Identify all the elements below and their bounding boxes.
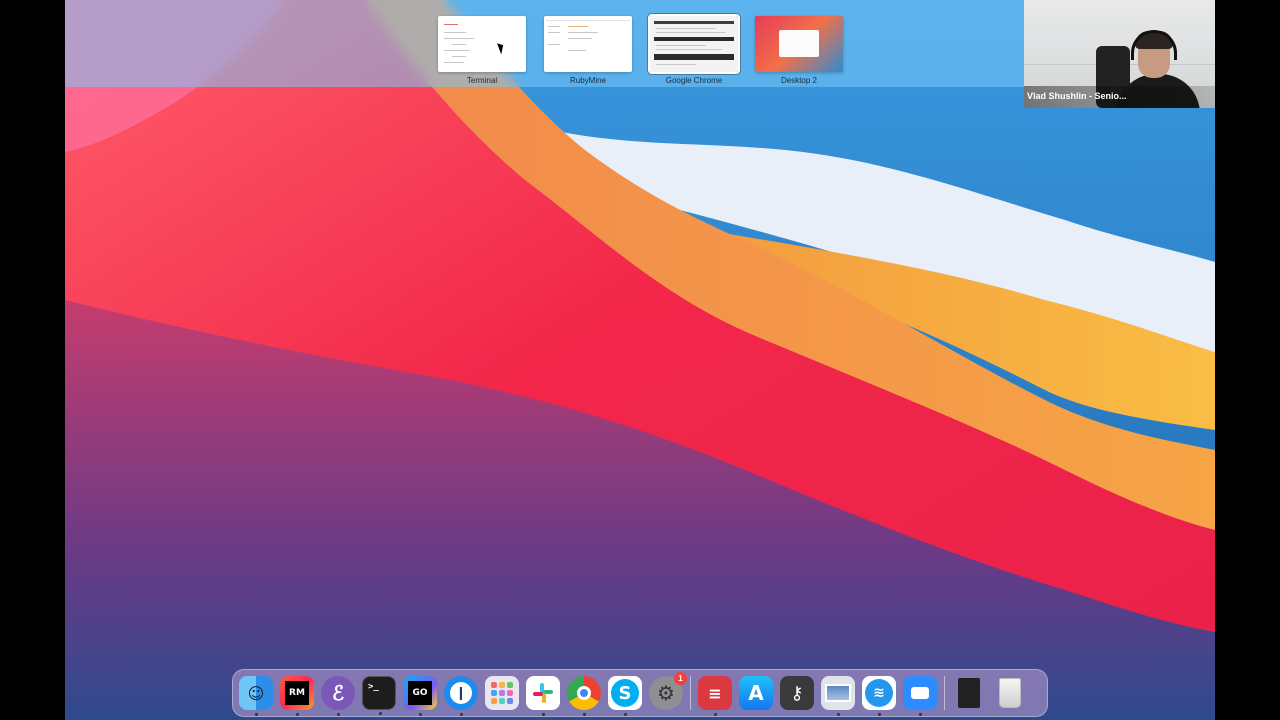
running-indicator [296,713,299,716]
space-label: Google Chrome [665,76,723,85]
slack-icon[interactable] [526,676,560,716]
space-google-chrome[interactable]: Google Chrome [648,14,740,85]
gear-icon[interactable]: ⚙ 1 [649,672,687,710]
docker-icon[interactable]: ≋ [862,676,896,716]
rubymine-icon[interactable]: RM [280,676,314,716]
desktop-wallpaper [65,0,1215,720]
expressvpn-icon[interactable]: ≡ [698,676,732,716]
launchpad-icon[interactable] [485,676,519,710]
space-rubymine[interactable]: RubyMine [544,16,632,85]
running-indicator [919,713,922,716]
wallpaper-graphic [65,0,1215,720]
chrome-icon[interactable] [567,676,601,716]
goland-icon[interactable]: GO [403,676,437,716]
terminal-label: >_ [368,682,379,692]
running-indicator [337,713,340,716]
dock-separator [944,676,945,710]
slack-logo [533,683,553,703]
space-thumbnail[interactable] [755,16,843,72]
document-icon[interactable] [952,676,986,710]
running-indicator [379,712,382,715]
space-thumbnail[interactable] [648,14,740,74]
running-indicator [542,713,545,716]
preview-icon[interactable] [821,676,855,716]
dock: ☺ RM ℰ >_ GO ❙ S ⚙ 1 ≡ A ⚷ ≋ [232,669,1048,717]
video-participant-tile[interactable]: Vlad Shushlin - Senio... [1024,0,1215,108]
space-desktop-2[interactable]: Desktop 2 [755,16,843,85]
running-indicator [460,713,463,716]
running-indicator [837,713,840,716]
app-store-icon[interactable]: A [739,676,773,710]
space-label: Desktop 2 [780,76,818,85]
terminal-icon[interactable]: >_ [362,676,396,715]
emacs-icon[interactable]: ℰ [321,676,355,716]
participant-name: Vlad Shushlin - Senio... [1024,86,1215,108]
space-label: RubyMine [569,76,606,85]
rubymine-label: RM [285,681,309,705]
dock-separator [690,676,691,710]
zoom-icon[interactable] [903,676,937,716]
trash-icon[interactable] [993,676,1027,710]
goland-label: GO [408,681,432,705]
running-indicator [878,713,881,716]
skype-icon[interactable]: S [608,676,642,716]
running-indicator [583,713,586,716]
running-indicator [624,713,627,716]
1password-icon[interactable]: ❙ [444,676,478,716]
keychain-icon[interactable]: ⚷ [780,676,814,710]
thumbnail-window [779,30,819,57]
running-indicator [255,713,258,716]
running-indicator [419,713,422,716]
space-thumbnail[interactable] [544,16,632,72]
finder-icon[interactable]: ☺ [239,676,273,716]
space-thumbnail[interactable] [438,16,526,72]
running-indicator [714,713,717,716]
notification-badge: 1 [674,672,687,685]
space-terminal[interactable]: Terminal [438,16,526,85]
space-label: Terminal [466,76,498,85]
